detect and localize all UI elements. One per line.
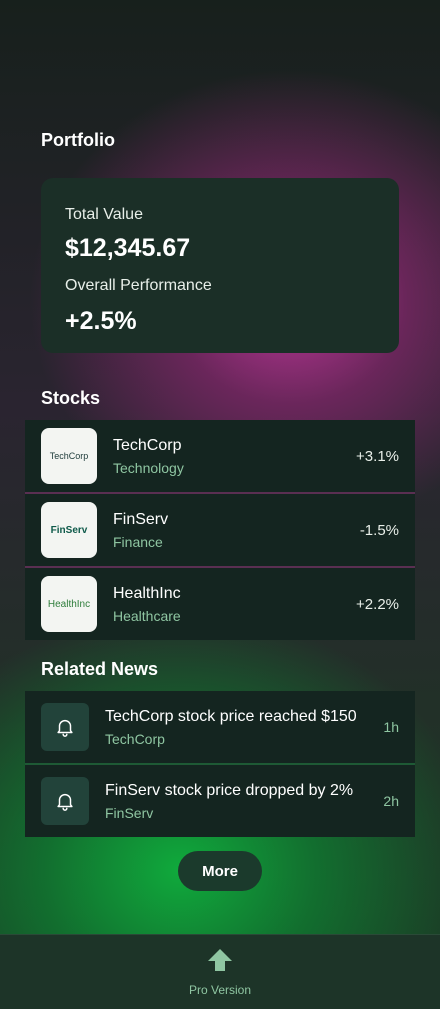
portfolio-card: Total Value $12,345.67 Overall Performan… — [41, 178, 399, 353]
performance-label: Overall Performance — [65, 277, 212, 294]
healthinc-logo: HealthInc — [41, 576, 97, 632]
news-info: TechCorp stock price reached $150 TechCo… — [105, 708, 383, 747]
stock-row-healthinc[interactable]: HealthInc HealthInc Healthcare +2.2% — [25, 568, 415, 640]
stock-sector: Finance — [113, 533, 163, 550]
stock-sector: Technology — [113, 459, 184, 476]
more-button[interactable]: More — [178, 851, 262, 891]
related-news-title: Related News — [41, 659, 159, 679]
performance-value: +2.5% — [65, 307, 137, 335]
arrow-up-icon — [207, 948, 233, 977]
total-value: $12,345.67 — [65, 234, 191, 262]
bell-icon — [41, 777, 89, 825]
stock-change: -1.5% — [359, 521, 399, 539]
total-value-label: Total Value — [65, 206, 143, 223]
news-source: FinServ — [105, 804, 154, 821]
stock-info: TechCorp Technology — [113, 437, 356, 476]
stock-sector: Healthcare — [113, 607, 181, 624]
stock-info: HealthInc Healthcare — [113, 585, 356, 624]
news-headline: TechCorp stock price reached $150 — [105, 707, 357, 725]
stock-change: +2.2% — [356, 595, 399, 613]
bottom-bar[interactable]: Pro Version — [0, 934, 440, 1009]
stock-name: TechCorp — [113, 436, 182, 454]
news-info: FinServ stock price dropped by 2% FinSer… — [105, 782, 383, 821]
news-time: 1h — [383, 719, 399, 735]
stock-row-techcorp[interactable]: TechCorp TechCorp Technology +3.1% — [25, 420, 415, 492]
stock-name: FinServ — [113, 510, 169, 528]
bell-icon — [41, 703, 89, 751]
techcorp-logo: TechCorp — [41, 428, 97, 484]
finserv-logo: FinServ — [41, 502, 97, 558]
portfolio-title: Portfolio — [41, 130, 115, 150]
stock-name: HealthInc — [113, 584, 181, 602]
stock-info: FinServ Finance — [113, 511, 360, 550]
news-item[interactable]: FinServ stock price dropped by 2% FinSer… — [25, 765, 415, 837]
pro-version-label: Pro Version — [188, 983, 252, 997]
news-item[interactable]: TechCorp stock price reached $150 TechCo… — [25, 691, 415, 763]
stocks-title: Stocks — [41, 388, 101, 408]
news-time: 2h — [383, 793, 399, 809]
news-headline: FinServ stock price dropped by 2% — [105, 781, 354, 799]
stock-row-finserv[interactable]: FinServ FinServ Finance -1.5% — [25, 494, 415, 566]
stock-change: +3.1% — [356, 447, 399, 465]
news-source: TechCorp — [105, 730, 165, 747]
